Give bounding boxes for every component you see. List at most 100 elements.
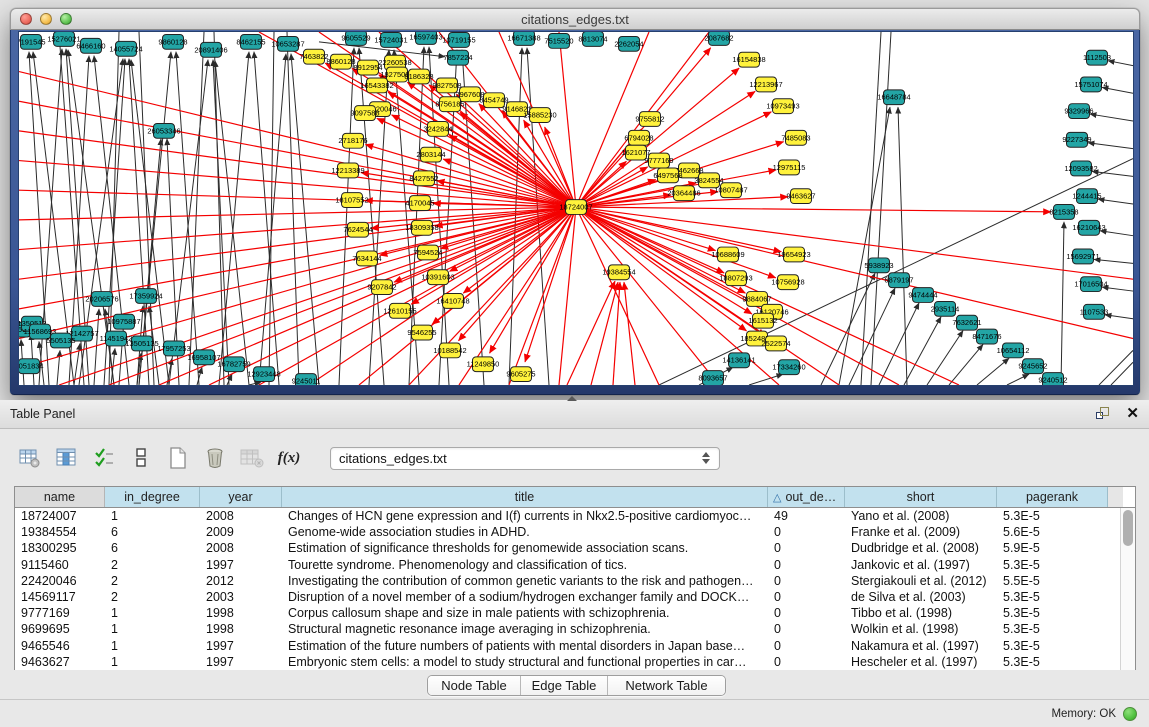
graph-node[interactable]: 1107533: [1080, 304, 1109, 319]
table-row[interactable]: 1456911722003Disruption of a novel membe…: [15, 589, 1135, 605]
graph-node[interactable]: 1112503: [1083, 50, 1111, 65]
graph-node[interactable]: 9605275: [506, 367, 535, 382]
graph-node[interactable]: 15751074: [1074, 77, 1107, 92]
graph-node[interactable]: 19384554: [602, 265, 635, 280]
table-mode-button[interactable]: [16, 445, 44, 471]
graph-node[interactable]: 18807293: [719, 271, 752, 286]
graph-node[interactable]: 10654112: [997, 343, 1030, 358]
graph-node[interactable]: 6794028: [624, 130, 653, 145]
create-column-button[interactable]: [164, 445, 192, 471]
column-header-short[interactable]: short: [845, 487, 997, 507]
graph-node[interactable]: 2718176: [338, 133, 367, 148]
graph-node[interactable]: 16210643: [1072, 220, 1105, 235]
graph-node[interactable]: 11249850: [467, 357, 500, 372]
graph-node[interactable]: 9245011: [292, 374, 321, 385]
graph-node[interactable]: 15724031: [374, 32, 407, 47]
graph-node[interactable]: 9329966: [1064, 104, 1093, 119]
scrollbar-thumb[interactable]: [1123, 510, 1133, 546]
splitter-handle-icon[interactable]: [567, 396, 577, 401]
graph-node[interactable]: 26053346: [147, 123, 180, 138]
graph-node[interactable]: 1244415: [1072, 189, 1101, 204]
row-height-button[interactable]: [127, 445, 155, 471]
graph-node[interactable]: 13505135: [125, 336, 158, 351]
graph-node[interactable]: 7515520: [544, 33, 573, 48]
column-header-name[interactable]: name: [15, 487, 105, 507]
table-row[interactable]: 946554611997Estimation of the future num…: [15, 638, 1135, 654]
graph-node[interactable]: 9227349: [1062, 132, 1091, 147]
graph-node[interactable]: 5938923: [864, 258, 893, 273]
close-panel-icon[interactable]: ✕: [1126, 407, 1139, 421]
function-builder-button[interactable]: f(x): [275, 445, 303, 471]
graph-node[interactable]: 10756928: [771, 275, 804, 290]
graph-node[interactable]: 15885230: [523, 108, 556, 123]
graph-node[interactable]: 9207842: [367, 280, 396, 295]
graph-node[interactable]: 9755812: [635, 112, 664, 127]
memory-status-indicator[interactable]: [1123, 707, 1137, 721]
graph-node[interactable]: 10975887: [107, 314, 140, 329]
graph-node[interactable]: 9474444: [908, 288, 937, 303]
graph-node[interactable]: 7624544: [343, 222, 372, 237]
graph-node[interactable]: 17016504: [1074, 277, 1107, 292]
zoom-window-button[interactable]: [60, 13, 72, 25]
graph-node[interactable]: 2803144: [416, 147, 445, 162]
graph-node[interactable]: 20364486: [667, 186, 700, 201]
graph-node[interactable]: 7634144: [352, 251, 381, 266]
graph-node[interactable]: 17359924: [129, 289, 162, 304]
table-row[interactable]: 2242004622012Investigating the contribut…: [15, 573, 1135, 589]
graph-node[interactable]: 9777169: [644, 153, 673, 168]
graph-node[interactable]: 5505135: [46, 333, 75, 348]
graph-node[interactable]: 9605529: [341, 32, 370, 45]
graph-node[interactable]: 9240512: [1038, 373, 1067, 385]
graph-node[interactable]: 10973493: [766, 99, 799, 114]
graph-node[interactable]: 2051834: [19, 359, 44, 374]
delete-table-button[interactable]: [238, 445, 266, 471]
graph-node[interactable]: 16671388: [507, 32, 540, 45]
graph-node[interactable]: 18107552: [335, 193, 368, 208]
network-view[interactable]: 7463822886012889129542226053818275061165…: [19, 32, 1133, 385]
graph-node[interactable]: 17957253: [157, 341, 190, 356]
graph-node[interactable]: 1615132: [748, 313, 777, 328]
graph-node[interactable]: 7594524: [413, 245, 442, 260]
minimize-window-button[interactable]: [40, 13, 52, 25]
graph-node[interactable]: 2087682: [704, 32, 733, 45]
graph-node[interactable]: 8471676: [972, 329, 1001, 344]
graph-node[interactable]: 8093657: [698, 371, 727, 385]
column-header-year[interactable]: year: [200, 487, 282, 507]
graph-node[interactable]: 8462155: [236, 34, 265, 49]
tab-node-table[interactable]: Node Table: [428, 676, 521, 695]
table-row[interactable]: 946362711997Embryonic stem cells: a mode…: [15, 654, 1135, 670]
graph-node[interactable]: 12923448: [247, 367, 280, 382]
table-row[interactable]: 911546021997Tourette syndrome. Phenomeno…: [15, 557, 1135, 573]
graph-node[interactable]: 10719155: [442, 32, 475, 47]
graph-node[interactable]: 2935114: [931, 301, 960, 316]
graph-node[interactable]: 7191545: [19, 34, 46, 49]
select-columns-button[interactable]: [90, 445, 118, 471]
table-row[interactable]: 1872400712008Changes of HCN gene express…: [15, 508, 1135, 524]
graph-node[interactable]: 8860128: [326, 54, 355, 69]
graph-node[interactable]: 2262054: [614, 36, 643, 51]
graph-node[interactable]: 16154838: [732, 52, 765, 67]
graph-node[interactable]: 9097588: [350, 106, 379, 121]
column-header-out_de[interactable]: △out_de…: [768, 487, 845, 507]
table-select-dropdown[interactable]: citations_edges.txt: [330, 447, 720, 470]
table-row[interactable]: 1830029562008Estimation of significance …: [15, 540, 1135, 556]
graph-node[interactable]: 8215358: [1049, 205, 1078, 220]
graph-node[interactable]: 9245652: [1018, 359, 1047, 374]
float-panel-icon[interactable]: [1096, 407, 1112, 421]
table-row[interactable]: 977716911998Corpus callosum shape and si…: [15, 605, 1135, 621]
graph-node[interactable]: 10807487: [714, 183, 747, 198]
graph-node[interactable]: 10188542: [433, 343, 466, 358]
graph-node[interactable]: 4170045: [405, 196, 434, 211]
column-header-pagerank[interactable]: pagerank: [997, 487, 1108, 507]
graph-node[interactable]: 17334260: [772, 360, 805, 375]
graph-node[interactable]: 10653287: [271, 36, 304, 51]
graph-node[interactable]: 7463822: [299, 49, 328, 64]
graph-node[interactable]: 6466160: [76, 38, 105, 53]
column-header-title[interactable]: title: [282, 487, 768, 507]
graph-node[interactable]: 16648784: [877, 90, 910, 105]
graph-node[interactable]: 8756185: [435, 97, 464, 112]
table-vertical-scrollbar[interactable]: [1120, 508, 1135, 670]
graph-node[interactable]: 10688609: [711, 247, 744, 262]
graph-node[interactable]: 16410748: [436, 294, 469, 309]
graph-node[interactable]: 3242844: [423, 121, 452, 136]
